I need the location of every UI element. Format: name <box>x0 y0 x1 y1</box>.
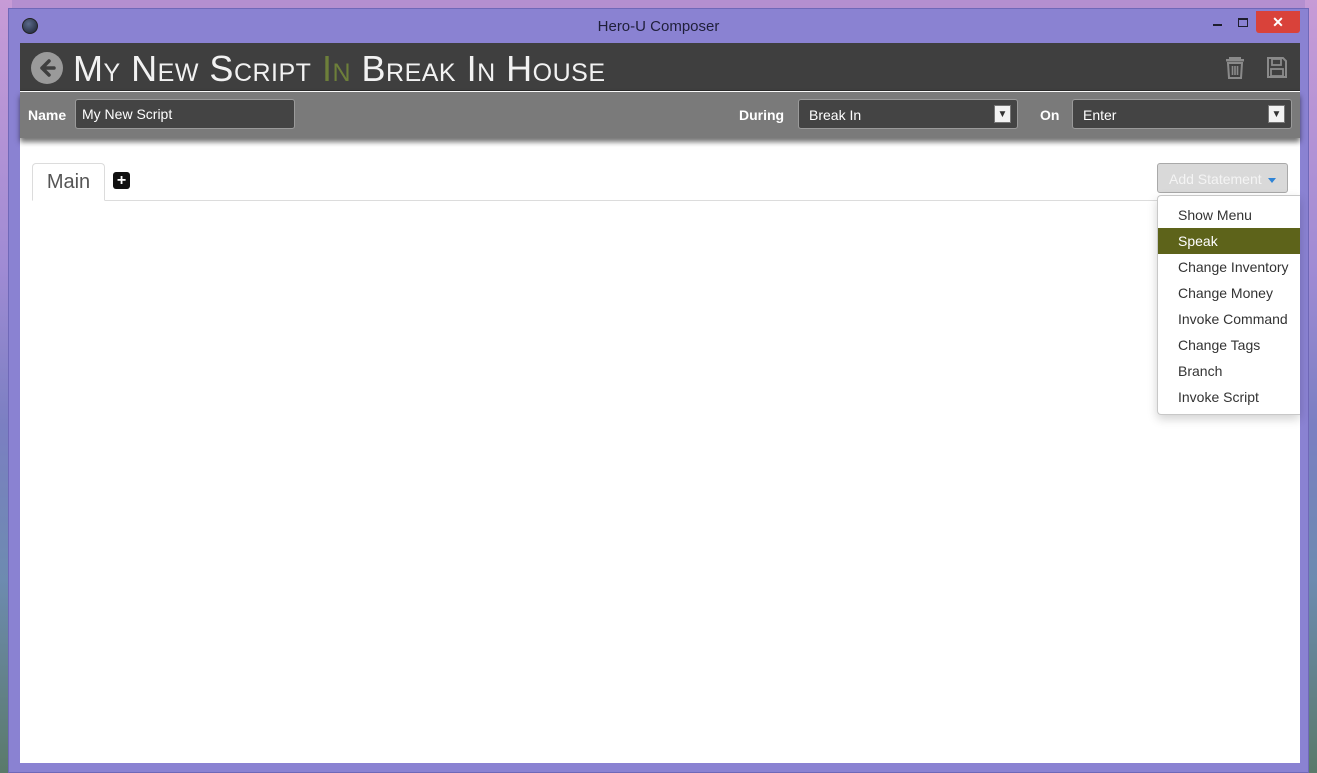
close-button[interactable]: ✕ <box>1256 11 1300 33</box>
add-statement-label: Add Statement <box>1169 171 1262 187</box>
menu-item-change-tags[interactable]: Change Tags <box>1158 332 1300 358</box>
menu-item-invoke-command[interactable]: Invoke Command <box>1158 306 1300 332</box>
maximize-button[interactable] <box>1230 11 1256 33</box>
page-title: My New Script In Break In House <box>73 48 606 90</box>
save-icon[interactable] <box>1266 55 1288 79</box>
back-button[interactable] <box>31 52 63 84</box>
menu-item-show-menu[interactable]: Show Menu <box>1158 202 1300 228</box>
menu-item-branch[interactable]: Branch <box>1158 358 1300 384</box>
maximize-icon <box>1238 17 1248 27</box>
title-bar[interactable]: Hero-U Composer ✕ <box>9 9 1308 43</box>
on-selected-value: Enter <box>1083 107 1117 123</box>
chevron-down-icon[interactable]: ▼ <box>1268 105 1285 123</box>
title-script-name: My New Script <box>73 48 322 89</box>
menu-item-change-inventory[interactable]: Change Inventory <box>1158 254 1300 280</box>
name-input[interactable] <box>75 99 295 129</box>
during-label: During <box>739 107 785 123</box>
title-in-word: In <box>321 48 352 89</box>
script-header: My New Script In Break In House <box>20 43 1300 91</box>
trash-icon[interactable] <box>1224 55 1246 79</box>
menu-item-change-money[interactable]: Change Money <box>1158 280 1300 306</box>
chevron-down-icon[interactable]: ▼ <box>994 105 1011 123</box>
tab-main[interactable]: Main <box>32 163 105 201</box>
script-editor-area[interactable] <box>32 202 1152 757</box>
during-select[interactable]: Break In ▼ <box>798 99 1018 129</box>
window-title: Hero-U Composer <box>597 18 720 35</box>
on-select[interactable]: Enter ▼ <box>1072 99 1292 129</box>
plus-icon[interactable]: + <box>113 172 130 189</box>
app-window: Hero-U Composer ✕ My New Script In Break… <box>8 8 1309 773</box>
minimize-button[interactable] <box>1204 11 1230 33</box>
caret-down-icon <box>1267 177 1276 183</box>
script-properties-bar: Name During Break In ▼ On Enter ▼ <box>20 92 1300 138</box>
on-label: On <box>1040 107 1060 123</box>
title-location: Break In House <box>351 48 606 89</box>
minimize-icon <box>1212 24 1222 26</box>
add-statement-button[interactable]: Add Statement <box>1157 163 1288 193</box>
script-tabs: Main + <box>32 161 1298 201</box>
name-label: Name <box>28 107 67 123</box>
menu-item-speak[interactable]: Speak <box>1158 228 1300 254</box>
back-arrow-icon <box>40 59 56 77</box>
during-selected-value: Break In <box>809 107 862 123</box>
app-client-area: My New Script In Break In House Name My … <box>20 43 1300 763</box>
header-actions <box>1224 55 1288 79</box>
add-statement-menu: Show Menu Speak Change Inventory Change … <box>1157 195 1300 415</box>
menu-item-invoke-script[interactable]: Invoke Script <box>1158 384 1300 410</box>
